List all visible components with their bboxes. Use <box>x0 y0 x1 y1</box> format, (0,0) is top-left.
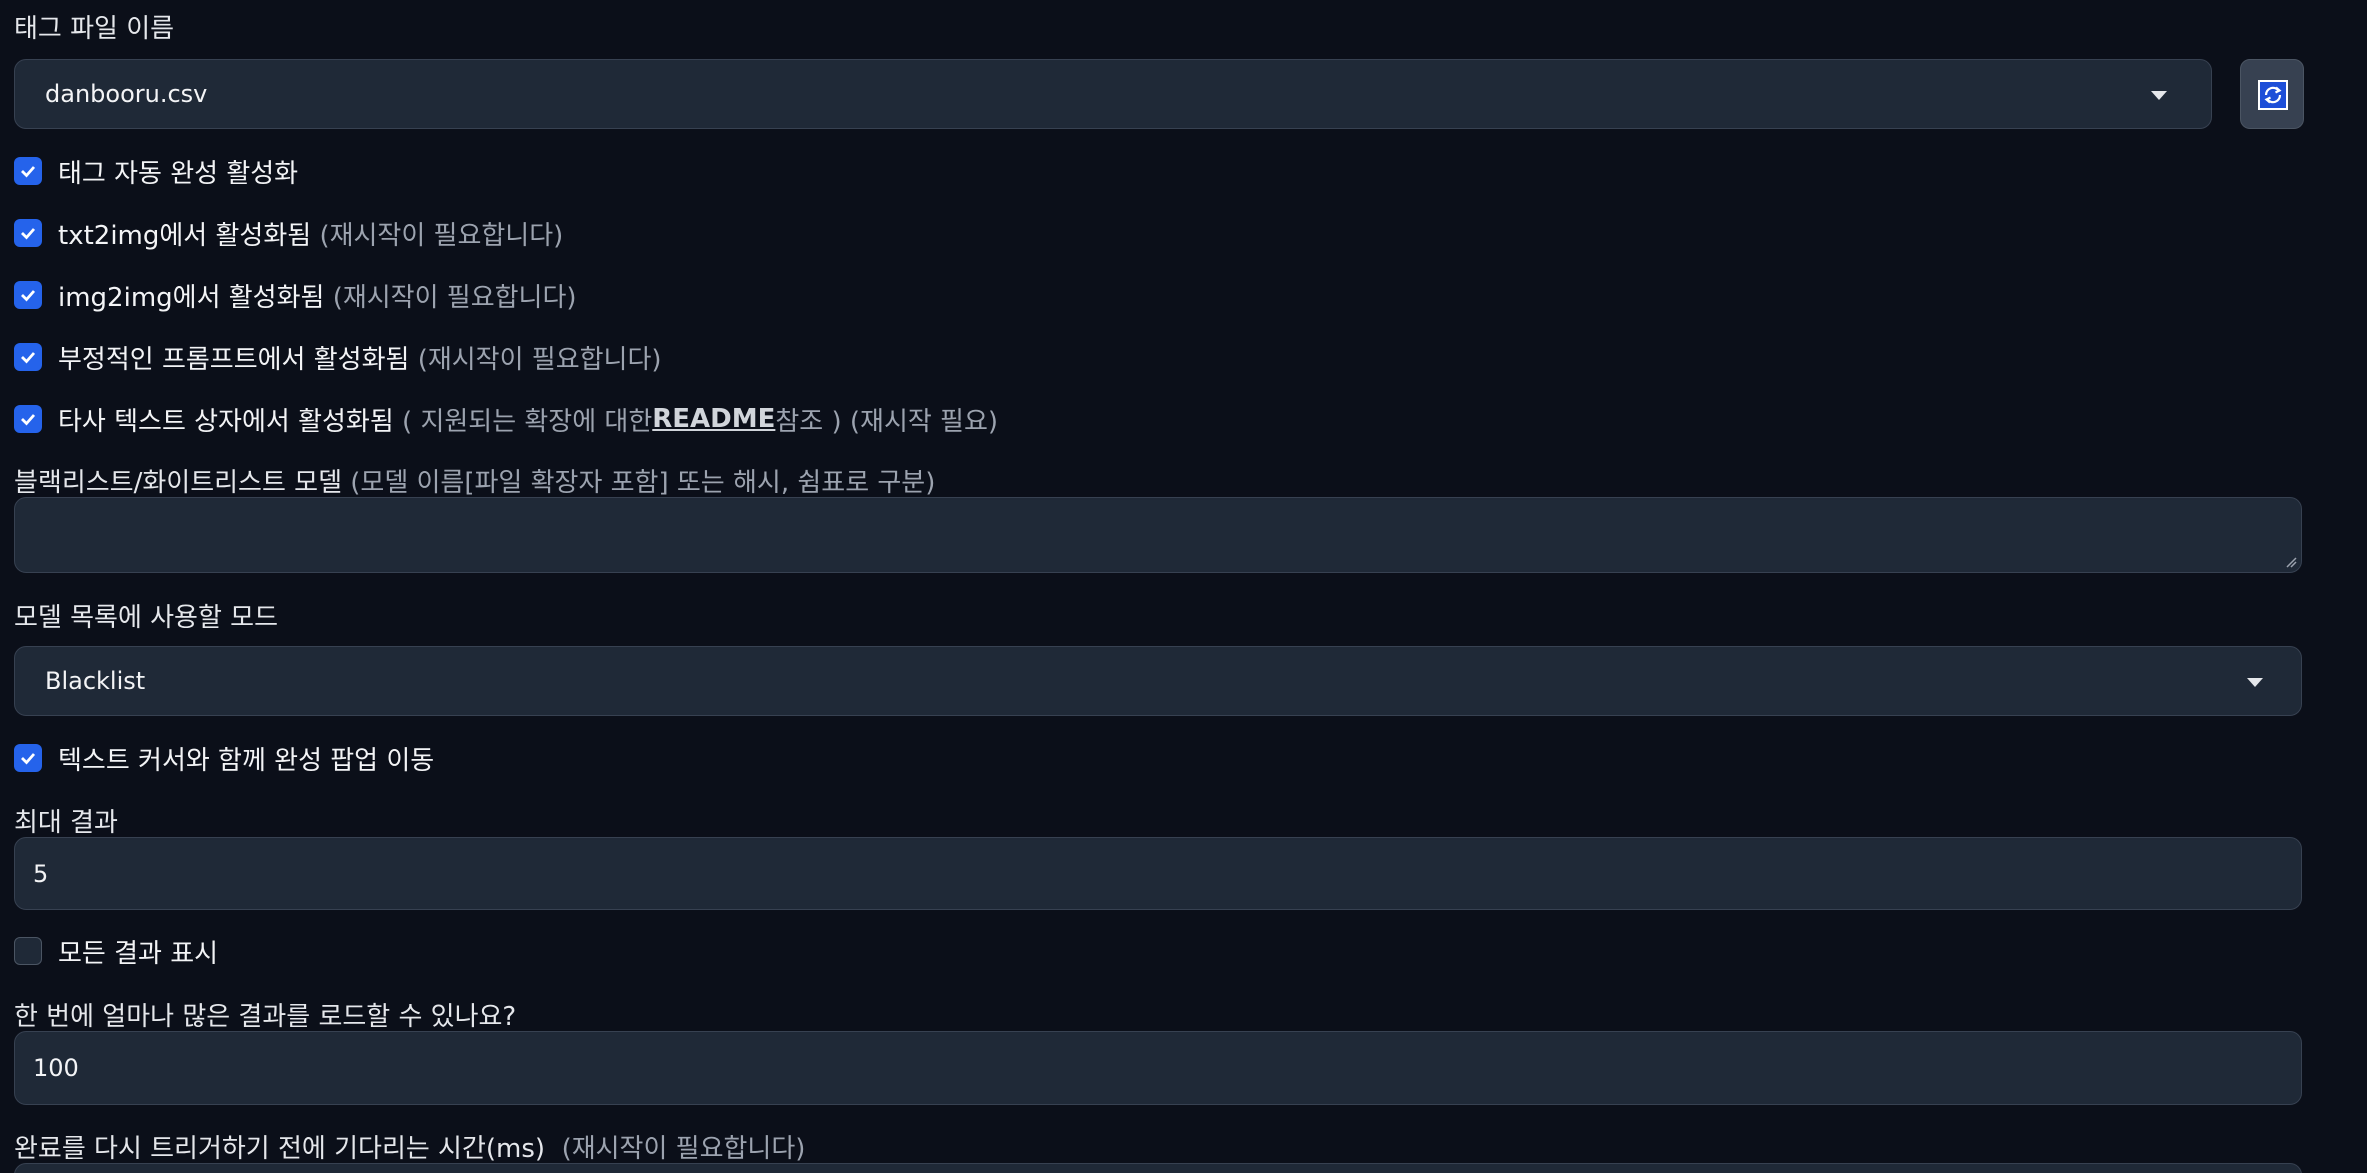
model-mode-dropdown[interactable]: Blacklist <box>14 646 2302 716</box>
negative-prompt-note: (재시작이 필요합니다) <box>417 344 662 375</box>
readme-link[interactable]: README <box>652 404 775 434</box>
max-results-value: 5 <box>33 860 49 888</box>
img2img-checkbox-row[interactable]: img2img에서 활성화됨 (재시작이 필요합니다) <box>14 280 577 313</box>
delay-label-row: 완료를 다시 트리거하기 전에 기다리는 시간(ms) (재시작이 필요합니다) <box>14 1128 805 1165</box>
show-all-checkbox-row[interactable]: 모든 결과 표시 <box>14 936 218 969</box>
load-count-label: 한 번에 얼마나 많은 결과를 로드할 수 있나요? <box>14 1002 517 1032</box>
model-list-label: 블랙리스트/화이트리스트 모델 <box>14 468 342 498</box>
load-count-value: 100 <box>33 1054 79 1082</box>
txt2img-checkbox[interactable] <box>14 219 42 247</box>
tag-file-label: 태그 파일 이름 <box>14 14 175 44</box>
load-count-input[interactable]: 100 <box>14 1031 2302 1105</box>
move-popup-checkbox[interactable] <box>14 744 42 772</box>
max-results-label: 최대 결과 <box>14 808 118 838</box>
img2img-checkbox[interactable] <box>14 281 42 309</box>
model-list-label-row: 블랙리스트/화이트리스트 모델 (모델 이름[파일 확장자 포함] 또는 해시,… <box>14 462 935 499</box>
model-list-textarea[interactable] <box>14 497 2302 573</box>
enable-autocomplete-label: 태그 자동 완성 활성화 <box>58 158 299 189</box>
chevron-down-icon <box>2247 678 2263 687</box>
txt2img-checkbox-row[interactable]: txt2img에서 활성화됨 (재시작이 필요합니다) <box>14 218 563 251</box>
move-popup-label: 텍스트 커서와 함께 완성 팝업 이동 <box>58 745 435 776</box>
third-party-label: 타사 텍스트 상자에서 활성화됨 <box>58 406 394 437</box>
tag-file-dropdown[interactable]: danbooru.csv <box>14 59 2212 129</box>
third-party-checkbox[interactable] <box>14 405 42 433</box>
tag-file-selected: danbooru.csv <box>45 80 208 108</box>
third-party-note-post: 참조 ) (재시작 필요) <box>775 406 999 437</box>
enable-autocomplete-checkbox[interactable] <box>14 157 42 185</box>
negative-prompt-checkbox[interactable] <box>14 343 42 371</box>
refresh-button[interactable] <box>2240 59 2304 129</box>
delay-note: (재시작이 필요합니다) <box>561 1134 806 1164</box>
move-popup-checkbox-row[interactable]: 텍스트 커서와 함께 완성 팝업 이동 <box>14 743 434 776</box>
img2img-note: (재시작이 필요합니다) <box>332 282 577 313</box>
delay-input[interactable] <box>14 1163 2302 1173</box>
show-all-checkbox[interactable] <box>14 937 42 965</box>
max-results-input[interactable]: 5 <box>14 837 2302 910</box>
txt2img-label: txt2img에서 활성화됨 <box>58 220 312 251</box>
settings-panel: 태그 파일 이름 danbooru.csv 태그 자동 완성 활성화 txt2i… <box>0 0 2367 1173</box>
third-party-checkbox-row[interactable]: 타사 텍스트 상자에서 활성화됨 ( 지원되는 확장에 대한 README 참조… <box>14 404 998 437</box>
negative-prompt-label: 부정적인 프롬프트에서 활성화됨 <box>58 344 410 375</box>
resize-handle-icon[interactable] <box>2285 556 2297 568</box>
third-party-note-pre: ( 지원되는 확장에 대한 <box>402 406 653 437</box>
model-list-note: (모델 이름[파일 확장자 포함] 또는 해시, 쉼표로 구분) <box>350 468 936 498</box>
show-all-label: 모든 결과 표시 <box>58 938 219 969</box>
negative-prompt-checkbox-row[interactable]: 부정적인 프롬프트에서 활성화됨 (재시작이 필요합니다) <box>14 342 662 375</box>
txt2img-note: (재시작이 필요합니다) <box>319 220 564 251</box>
img2img-label: img2img에서 활성화됨 <box>58 282 325 313</box>
chevron-down-icon <box>2151 91 2167 100</box>
model-mode-label: 모델 목록에 사용할 모드 <box>14 603 278 633</box>
enable-autocomplete-checkbox-row[interactable]: 태그 자동 완성 활성화 <box>14 156 298 189</box>
delay-label: 완료를 다시 트리거하기 전에 기다리는 시간(ms) <box>14 1134 546 1164</box>
refresh-icon <box>2258 80 2288 110</box>
model-mode-selected: Blacklist <box>45 667 146 695</box>
